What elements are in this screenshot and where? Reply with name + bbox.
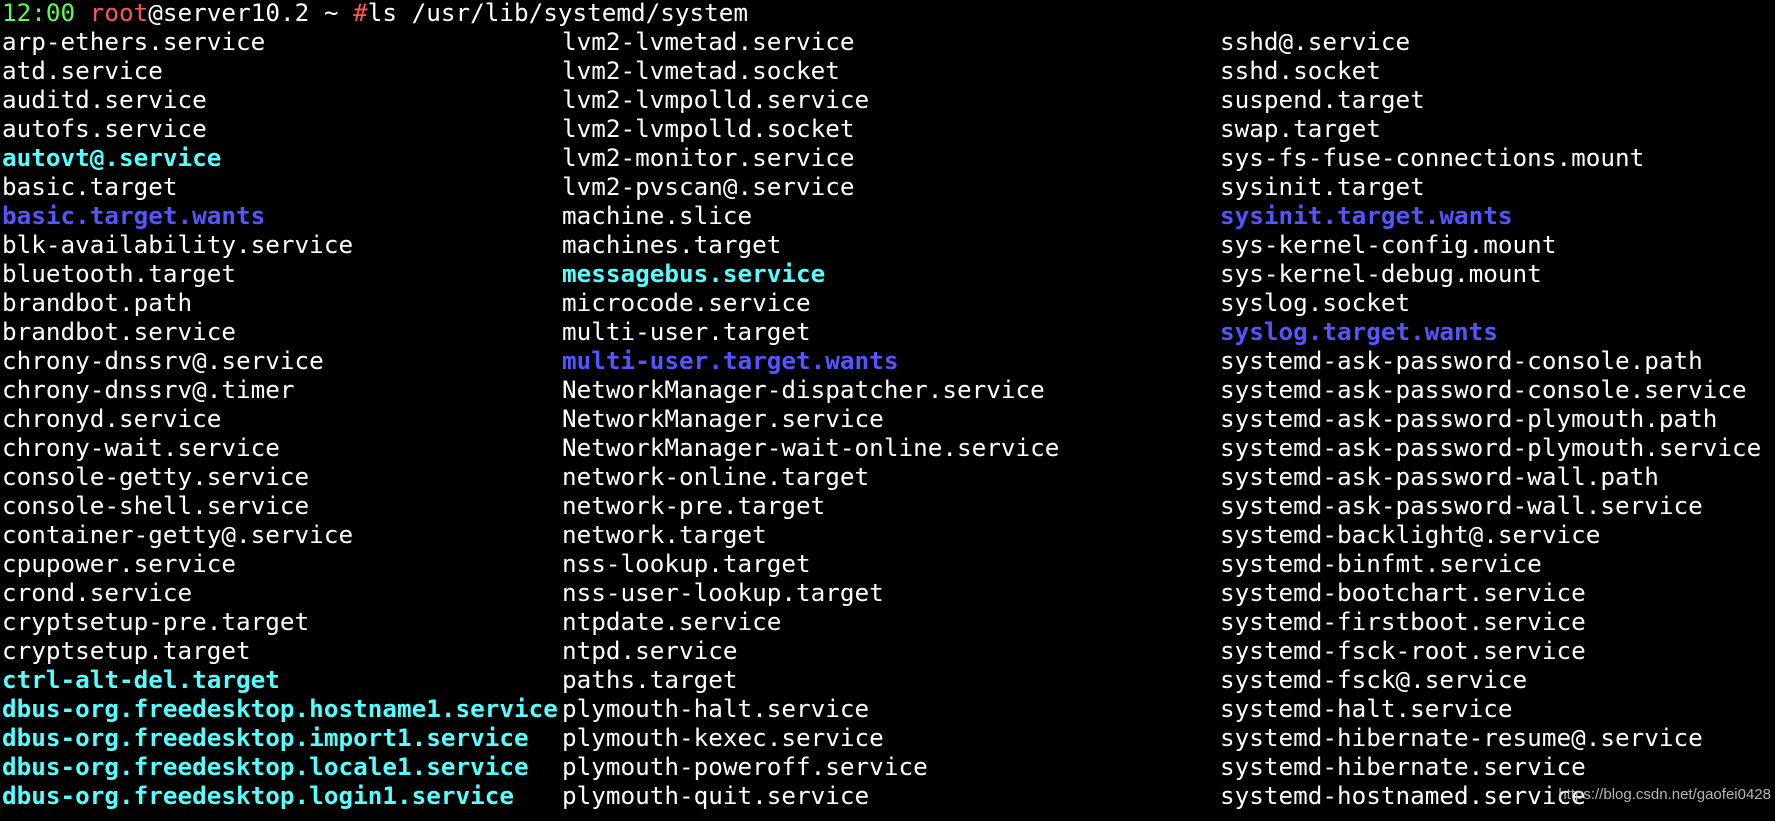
listing-column-3: sshd@.service sshd.socket suspend.target sw… — [1220, 27, 1761, 810]
file-entry: console-getty.service — [2, 462, 310, 491]
file-entry: ctrl-alt-del.target — [2, 665, 280, 694]
file-entry: lvm2-monitor.service — [562, 143, 855, 172]
file-entry: blk-availability.service — [2, 230, 354, 259]
file-entry: systemd-ask-password-wall.path — [1220, 462, 1659, 491]
file-entry: dbus-org.freedesktop.import1.service — [2, 723, 529, 752]
file-entry: lvm2-lvmpolld.socket — [562, 114, 855, 143]
file-entry: bluetooth.target — [2, 259, 237, 288]
file-entry: chrony-dnssrv@.timer — [2, 375, 295, 404]
file-entry: chrony-dnssrv@.service — [2, 346, 324, 375]
file-entry: plymouth-poweroff.service — [562, 752, 928, 781]
file-entry: systemd-ask-password-console.path — [1220, 346, 1703, 375]
file-entry: multi-user.target.wants — [562, 346, 899, 375]
file-entry: sshd@.service — [1220, 27, 1411, 56]
listing-column-2: lvm2-lvmetad.service lvm2-lvmetad.socket l… — [562, 27, 1059, 810]
file-entry: cryptsetup-pre.target — [2, 607, 310, 636]
file-entry: lvm2-lvmpolld.service — [562, 85, 870, 114]
prompt-user: root — [89, 0, 149, 27]
file-entry: plymouth-halt.service — [562, 694, 870, 723]
file-entry: crond.service — [2, 578, 193, 607]
prompt-hash: # — [353, 0, 368, 27]
file-entry: network.target — [562, 520, 767, 549]
file-entry: systemd-bootchart.service — [1220, 578, 1586, 607]
file-entry: microcode.service — [562, 288, 811, 317]
file-entry: plymouth-quit.service — [562, 781, 870, 810]
file-entry: swap.target — [1220, 114, 1381, 143]
file-entry: machines.target — [562, 230, 782, 259]
file-entry: auditd.service — [2, 85, 207, 114]
file-entry: systemd-ask-password-wall.service — [1220, 491, 1703, 520]
file-entry: systemd-hibernate-resume@.service — [1220, 723, 1703, 752]
file-entry: sysinit.target — [1220, 172, 1425, 201]
file-entry: console-shell.service — [2, 491, 310, 520]
watermark: https://blog.csdn.net/gaofei0428 — [1558, 786, 1771, 803]
file-entry: ntpd.service — [562, 636, 738, 665]
file-entry: sys-kernel-debug.mount — [1220, 259, 1542, 288]
file-entry: lvm2-pvscan@.service — [562, 172, 855, 201]
file-entry: nss-user-lookup.target — [562, 578, 884, 607]
file-entry: nss-lookup.target — [562, 549, 811, 578]
file-entry: basic.target.wants — [2, 201, 266, 230]
file-entry: syslog.socket — [1220, 288, 1411, 317]
file-entry: multi-user.target — [562, 317, 811, 346]
file-entry: systemd-fsck@.service — [1220, 665, 1528, 694]
file-entry: dbus-org.freedesktop.locale1.service — [2, 752, 529, 781]
shell-prompt: 12:00 root@server10.2 ~ #ls /usr/lib/sys… — [2, 0, 748, 27]
file-entry: cpupower.service — [2, 549, 237, 578]
file-entry: cryptsetup.target — [2, 636, 251, 665]
file-entry: autovt@.service — [2, 143, 222, 172]
file-entry: ntpdate.service — [562, 607, 782, 636]
file-entry: systemd-firstboot.service — [1220, 607, 1586, 636]
file-entry: lvm2-lvmetad.service — [562, 27, 855, 56]
file-entry: brandbot.service — [2, 317, 237, 346]
file-entry: systemd-halt.service — [1220, 694, 1513, 723]
file-entry: systemd-hibernate.service — [1220, 752, 1586, 781]
file-entry: systemd-ask-password-plymouth.service — [1220, 433, 1762, 462]
file-entry: sshd.socket — [1220, 56, 1381, 85]
file-entry: NetworkManager.service — [562, 404, 884, 433]
file-entry: container-getty@.service — [2, 520, 354, 549]
file-entry: messagebus.service — [562, 259, 826, 288]
file-entry: chronyd.service — [2, 404, 222, 433]
file-entry: systemd-ask-password-console.service — [1220, 375, 1747, 404]
file-entry: machine.slice — [562, 201, 753, 230]
file-entry: basic.target — [2, 172, 178, 201]
file-entry: NetworkManager-wait-online.service — [562, 433, 1060, 462]
file-entry: network-pre.target — [562, 491, 826, 520]
file-entry: dbus-org.freedesktop.hostname1.service — [2, 694, 558, 723]
file-entry: sys-fs-fuse-connections.mount — [1220, 143, 1645, 172]
file-entry: paths.target — [562, 665, 738, 694]
file-entry: systemd-binfmt.service — [1220, 549, 1542, 578]
prompt-host: @server10.2 ~ — [148, 0, 354, 27]
file-entry: sysinit.target.wants — [1220, 201, 1513, 230]
prompt-time: 12:00 — [2, 0, 76, 27]
file-entry: brandbot.path — [2, 288, 193, 317]
file-entry: sys-kernel-config.mount — [1220, 230, 1557, 259]
file-entry: network-online.target — [562, 462, 870, 491]
prompt-command: ls /usr/lib/systemd/system — [367, 0, 749, 27]
file-entry: systemd-backlight@.service — [1220, 520, 1601, 549]
file-entry: dbus-org.freedesktop.login1.service — [2, 781, 514, 810]
listing-column-1: arp-ethers.service atd.service auditd.serv… — [2, 27, 558, 810]
file-entry: NetworkManager-dispatcher.service — [562, 375, 1045, 404]
file-entry: arp-ethers.service — [2, 27, 266, 56]
file-entry: systemd-ask-password-plymouth.path — [1220, 404, 1718, 433]
file-entry: syslog.target.wants — [1220, 317, 1498, 346]
file-entry: suspend.target — [1220, 85, 1425, 114]
file-entry: chrony-wait.service — [2, 433, 280, 462]
file-entry: plymouth-kexec.service — [562, 723, 884, 752]
file-entry: atd.service — [2, 56, 163, 85]
file-entry: autofs.service — [2, 114, 207, 143]
terminal-window[interactable]: 12:00 root@server10.2 ~ #ls /usr/lib/sys… — [0, 0, 1775, 821]
file-entry: lvm2-lvmetad.socket — [562, 56, 840, 85]
file-entry: systemd-fsck-root.service — [1220, 636, 1586, 665]
